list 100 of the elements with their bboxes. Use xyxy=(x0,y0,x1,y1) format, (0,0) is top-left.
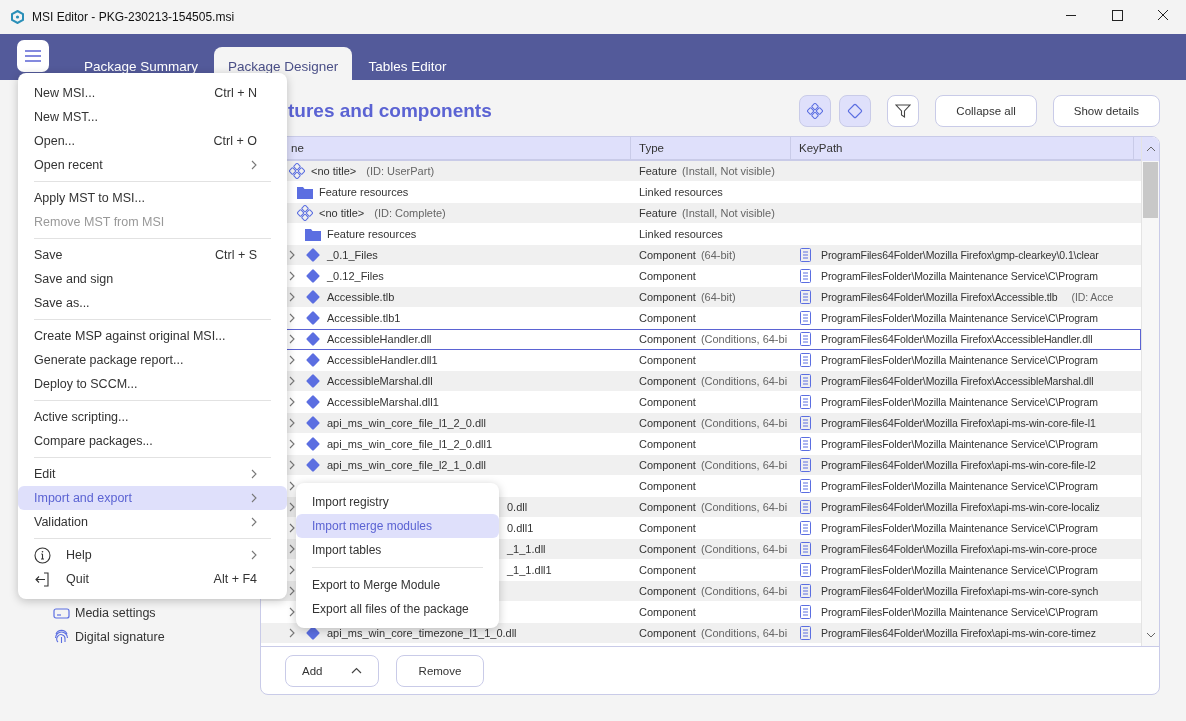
flower-icon xyxy=(289,163,305,179)
chevron-right-icon xyxy=(251,160,257,170)
item-name: _0.12_Files xyxy=(327,270,384,282)
type-cell-text: Component (Conditions, 64-bi xyxy=(638,417,789,429)
table-row[interactable]: api_ms_win_core_timezone_l1_1_0.dll Component (Conditions, 64-bi ProgramFiles64Folder\Mozilla Firefox\api-ms-win-core-timez xyxy=(261,623,1141,644)
menu-item[interactable]: New MST... xyxy=(18,105,287,129)
keypath-text: ProgramFilesFolder\Mozilla Maintenance Service\C\Program xyxy=(821,270,1098,282)
type-cell-text: Component (64-bit) xyxy=(638,249,737,261)
chevron-right-icon xyxy=(289,544,295,554)
document-icon xyxy=(800,626,811,640)
keypath-text: ProgramFilesFolder\Mozilla Maintenance Service\C\Program xyxy=(821,354,1098,366)
diamond-icon xyxy=(305,625,321,641)
keypath-text: ProgramFiles64Folder\Mozilla Firefox\gmp-clearkey\0.1\clear xyxy=(821,249,1099,261)
keypath-text: ProgramFilesFolder\Mozilla Maintenance Service\C\Program xyxy=(821,564,1098,576)
item-name: api_ms_win_core_timezone_l1_1_0.dll xyxy=(327,627,517,639)
document-icon xyxy=(800,395,811,409)
tab[interactable]: Package Summary xyxy=(70,47,213,80)
keypath-id: (ID: Acce xyxy=(1071,291,1114,303)
view-toggle[interactable] xyxy=(839,95,872,127)
keypath-text: ProgramFilesFolder\Mozilla Maintenance Service\C\Program xyxy=(821,480,1098,492)
document-icon xyxy=(800,479,811,493)
document-icon xyxy=(800,416,811,430)
item-name: _1_1.dll1 xyxy=(507,564,552,576)
item-name: _1_1.dll xyxy=(507,543,546,555)
scrollbar-thumb[interactable] xyxy=(1143,162,1158,218)
type-cell-text: Component (Conditions, 64-bi xyxy=(638,333,789,345)
document-icon xyxy=(800,605,811,619)
type-cell-text: Component xyxy=(638,354,697,366)
view-toggle[interactable] xyxy=(799,95,832,127)
app-logo-icon xyxy=(11,10,24,24)
flower-icon xyxy=(297,205,313,221)
toolbar-button[interactable]: Show details xyxy=(1052,95,1160,127)
menu-button[interactable] xyxy=(17,40,49,72)
column-header[interactable]: KeyPath xyxy=(791,137,1134,159)
keypath-text: ProgramFiles64Folder\Mozilla Firefox\api-ms-win-core-proce xyxy=(821,543,1098,555)
toolbar-button[interactable]: Collapse all xyxy=(935,95,1037,127)
scroll-up-icon[interactable] xyxy=(1145,146,1156,152)
item-name: Feature resources xyxy=(319,186,409,198)
chevron-right-icon xyxy=(289,439,295,449)
item-name: AccessibleMarshal.dll1 xyxy=(327,396,439,408)
chevron-right-icon xyxy=(251,493,257,503)
keypath-text: ProgramFiles64Folder\Mozilla Firefox\api-ms-win-core-localiz xyxy=(821,501,1100,513)
keypath-text: ProgramFilesFolder\Mozilla Maintenance Service\C\Program xyxy=(821,522,1098,534)
document-icon xyxy=(800,290,811,304)
type-cell-text: Component xyxy=(638,564,697,576)
menu-item[interactable]: New MSI... Ctrl + N xyxy=(18,81,287,105)
document-icon xyxy=(800,248,811,262)
item-name: 0.dll xyxy=(507,501,528,513)
folder-icon xyxy=(297,185,313,199)
document-icon xyxy=(800,500,811,514)
item-name: 0.dll1 xyxy=(507,522,534,534)
drive-icon xyxy=(53,606,70,620)
keypath-text: ProgramFiles64Folder\Mozilla Firefox\api-ms-win-core-timez xyxy=(821,627,1096,639)
chevron-right-icon xyxy=(289,607,295,617)
sidebar-item[interactable]: Digital signature xyxy=(75,629,165,644)
sidebar-item[interactable]: Media settings xyxy=(75,606,156,620)
chevron-right-icon xyxy=(289,628,295,638)
document-icon xyxy=(800,332,811,346)
keypath-text: ProgramFilesFolder\Mozilla Maintenance Service\C\Program xyxy=(821,606,1098,618)
keypath-text: ProgramFilesFolder\Mozilla Maintenance Service\C\Program xyxy=(821,396,1098,408)
chevron-right-icon xyxy=(289,292,295,302)
keypath-text: ProgramFiles64Folder\Mozilla Firefox\api-ms-win-core-synch xyxy=(821,585,1099,597)
tab[interactable]: Tables Editor xyxy=(354,47,461,80)
type-cell-text: Component xyxy=(638,312,697,324)
type-cell-text: Component xyxy=(638,438,697,450)
menu-item[interactable]: Import tables xyxy=(296,538,499,562)
chevron-right-icon xyxy=(289,460,295,470)
item-name: api_ms_win_core_file_l1_2_0.dll1 xyxy=(327,438,493,450)
document-icon xyxy=(800,437,811,451)
view-toggle[interactable] xyxy=(887,95,920,127)
document-icon xyxy=(800,584,811,598)
chevron-right-icon xyxy=(289,250,295,260)
flower-icon xyxy=(807,103,824,119)
section-heading: tures and components xyxy=(288,100,492,122)
column-header[interactable]: Type xyxy=(631,137,791,159)
document-icon xyxy=(800,353,811,367)
add-button[interactable]: Add xyxy=(285,654,379,687)
type-cell-text: Feature (Install, Not visible) xyxy=(638,165,776,177)
item-name: AccessibleHandler.dll1 xyxy=(327,354,438,366)
window-title: MSI Editor - PKG-230213-154505.msi xyxy=(32,10,235,24)
footer-button[interactable]: Remove xyxy=(396,654,484,687)
document-icon xyxy=(800,269,811,283)
fingerprint-icon xyxy=(53,628,70,645)
document-icon xyxy=(800,542,811,556)
item-name: _0.1_Files xyxy=(327,249,378,261)
item-id: (ID: Complete) xyxy=(374,207,446,219)
chevron-right-icon xyxy=(251,517,257,527)
info-icon xyxy=(34,546,51,564)
keypath-text: ProgramFiles64Folder\Mozilla Firefox\api-ms-win-core-file-l1 xyxy=(821,417,1096,429)
folder-icon xyxy=(305,227,321,241)
scroll-down-icon[interactable] xyxy=(1145,632,1156,638)
type-cell-text: Component (Conditions, 64-bi xyxy=(638,543,789,555)
menu-item[interactable]: Import merge modules xyxy=(296,514,499,538)
item-name: <no title> xyxy=(311,165,357,177)
item-name: api_ms_win_core_file_l2_1_0.dll xyxy=(327,459,486,471)
menu-item[interactable]: Import and export xyxy=(18,486,287,510)
chevron-right-icon xyxy=(289,334,295,344)
chevron-right-icon xyxy=(289,523,295,533)
document-icon xyxy=(800,521,811,535)
type-cell-text: Component (Conditions, 64-bi xyxy=(638,627,789,639)
